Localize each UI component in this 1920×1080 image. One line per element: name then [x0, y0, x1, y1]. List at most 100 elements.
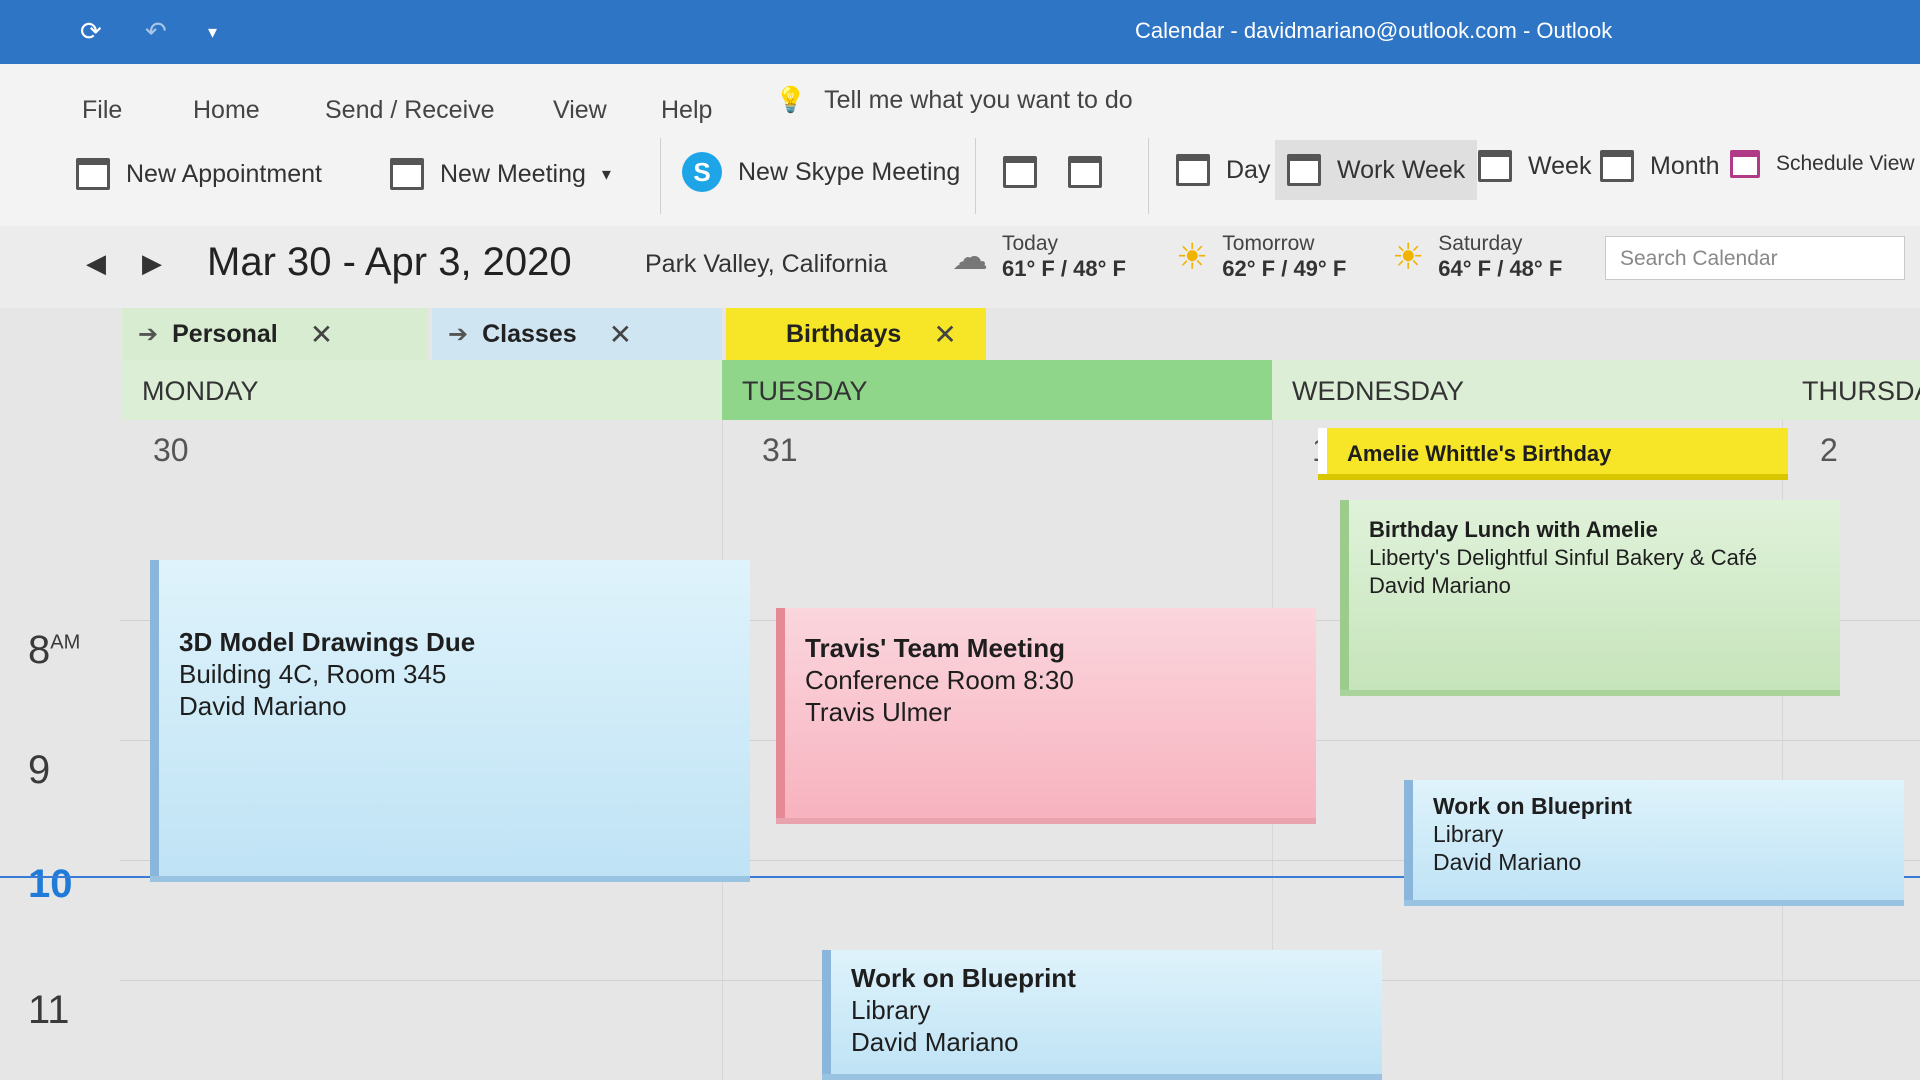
new-meeting-label: New Meeting [440, 159, 586, 188]
date-range: Mar 30 - Apr 3, 2020 [207, 240, 572, 284]
day-header-tuesday[interactable]: TUESDAY [722, 360, 1272, 420]
tell-me-text: Tell me what you want to do [824, 86, 1133, 114]
hour-label-8: 8AM [28, 628, 80, 673]
sun-icon: ☀ [1392, 236, 1425, 277]
tab-birthdays-label: Birthdays [786, 319, 902, 348]
close-icon[interactable]: ✕ [310, 318, 333, 351]
menu-view[interactable]: View [553, 96, 607, 125]
new-skype-meeting-label: New Skype Meeting [738, 157, 961, 186]
calendar-month-icon [1600, 150, 1634, 182]
window-title: Calendar - davidmariano@outlook.com - Ou… [1135, 18, 1613, 43]
chevron-down-icon[interactable]: ▾ [208, 22, 217, 43]
event-title: Birthday Lunch with Amelie [1369, 517, 1658, 542]
view-month-button[interactable]: Month [1600, 150, 1719, 182]
menu-file[interactable]: File [82, 96, 122, 125]
event-birthday-lunch[interactable]: Birthday Lunch with Amelie Liberty's Del… [1340, 500, 1840, 690]
next-7-days-button[interactable] [1068, 156, 1102, 188]
event-organizer: David Mariano [1433, 849, 1582, 875]
calendar-grid-icon [1068, 156, 1102, 188]
weather-location[interactable]: Park Valley, California [645, 250, 887, 279]
previous-arrow-icon[interactable]: ◀ [86, 248, 106, 279]
hour-label-9: 9 [28, 748, 51, 792]
event-location: Liberty's Delightful Sinful Bakery & Caf… [1369, 545, 1758, 570]
view-week-label: Week [1528, 151, 1592, 180]
event-organizer: David Mariano [851, 1027, 1019, 1057]
menu-help[interactable]: Help [661, 96, 712, 125]
overlay-arrow-icon[interactable]: ➔ [138, 320, 158, 349]
new-skype-meeting-button[interactable]: S New Skype Meeting [682, 152, 960, 192]
calendar-back-icon [1003, 156, 1037, 188]
chevron-down-icon[interactable]: ▾ [602, 164, 611, 185]
undo-icon[interactable]: ↶ [145, 16, 167, 47]
tab-classes-label: Classes [482, 319, 577, 348]
weather-today[interactable]: ☁ Today 61° F / 48° F [952, 232, 1126, 282]
event-title: Work on Blueprint [1433, 793, 1632, 819]
day-number-monday: 30 [153, 432, 189, 468]
view-work-week-button[interactable]: Work Week [1275, 140, 1478, 200]
skype-icon: S [682, 152, 722, 192]
event-organizer: David Mariano [1369, 573, 1511, 598]
weather-saturday[interactable]: ☀ Saturday 64° F / 48° F [1392, 232, 1562, 282]
weather-day-label: Saturday [1438, 232, 1523, 255]
calendar-work-week-icon [1287, 154, 1321, 186]
event-work-on-blueprint-tue[interactable]: Work on Blueprint Library David Mariano [822, 950, 1382, 1074]
view-day-label: Day [1226, 155, 1271, 184]
view-day-button[interactable]: Day [1176, 154, 1270, 186]
weather-temp: 64° F / 48° F [1438, 256, 1563, 281]
view-schedule-label: Schedule View [1776, 152, 1915, 175]
next-arrow-icon[interactable]: ▶ [142, 248, 162, 279]
hour-label-10: 10 [28, 862, 73, 906]
hour-label-11: 11 [28, 988, 70, 1032]
close-icon[interactable]: ✕ [933, 318, 956, 351]
day-header-thursday[interactable]: THURSDAY [1782, 360, 1920, 420]
event-amelie-birthday[interactable]: Amelie Whittle's Birthday [1318, 428, 1788, 474]
cloud-icon: ☁ [952, 236, 988, 277]
tab-birthdays[interactable]: Birthdays ✕ [726, 308, 986, 360]
menu-bar: File Home Send / Receive View Help 💡 Tel… [0, 64, 1920, 126]
close-icon[interactable]: ✕ [609, 318, 632, 351]
day-name: WEDNESDAY [1292, 376, 1465, 406]
go-back-button[interactable] [1003, 156, 1037, 188]
weather-tomorrow[interactable]: ☀ Tomorrow 62° F / 49° F [1176, 232, 1346, 282]
search-calendar-input[interactable]: Search Calendar [1605, 236, 1905, 280]
weather-day-label: Tomorrow [1222, 232, 1315, 255]
tell-me-box[interactable]: 💡 Tell me what you want to do [775, 86, 1133, 115]
tab-personal[interactable]: ➔ Personal ✕ [122, 308, 428, 360]
event-location: Building 4C, Room 345 [179, 659, 447, 689]
sun-icon: ☀ [1176, 236, 1209, 277]
hour-number: 8 [28, 628, 51, 672]
calendar-day-icon [1176, 154, 1210, 186]
event-organizer: Travis Ulmer [805, 697, 952, 727]
view-week-button[interactable]: Week [1478, 150, 1591, 182]
event-3d-model-drawings[interactable]: 3D Model Drawings Due Building 4C, Room … [150, 560, 750, 876]
new-appointment-button[interactable]: New Appointment [76, 158, 322, 190]
event-location: Conference Room 8:30 [805, 665, 1074, 695]
lightbulb-icon: 💡 [775, 86, 807, 114]
new-meeting-button[interactable]: New Meeting ▾ [390, 158, 611, 190]
ribbon-separator [975, 138, 976, 214]
event-title: 3D Model Drawings Due [179, 627, 476, 657]
date-navigation-bar: ◀ ▶ Mar 30 - Apr 3, 2020 Park Valley, Ca… [0, 226, 1920, 308]
tab-classes[interactable]: ➔ Classes ✕ [432, 308, 722, 360]
sync-icon[interactable]: ⟳ [80, 16, 102, 47]
view-schedule-button[interactable]: Schedule View [1730, 150, 1915, 178]
event-location: Library [851, 995, 931, 1025]
day-header-wednesday[interactable]: WEDNESDAY [1272, 360, 1782, 420]
calendar-week-icon [1478, 150, 1512, 182]
tab-personal-label: Personal [172, 319, 278, 348]
meeting-icon [390, 158, 424, 190]
hour-suffix: AM [50, 631, 81, 654]
schedule-view-icon [1730, 150, 1760, 178]
event-location: Library [1433, 821, 1504, 847]
day-number-thursday: 2 [1820, 432, 1838, 468]
ribbon-separator [1148, 138, 1149, 214]
event-title: Amelie Whittle's Birthday [1347, 441, 1612, 466]
menu-send-receive[interactable]: Send / Receive [325, 96, 495, 125]
day-header-monday[interactable]: MONDAY [122, 360, 722, 420]
day-name: THURSDAY [1802, 376, 1920, 406]
event-team-meeting[interactable]: Travis' Team Meeting Conference Room 8:3… [776, 608, 1316, 818]
menu-home[interactable]: Home [193, 96, 260, 125]
calendar-icon [76, 158, 110, 190]
event-work-on-blueprint-wed[interactable]: Work on Blueprint Library David Mariano [1404, 780, 1904, 900]
overlay-arrow-icon[interactable]: ➔ [448, 320, 468, 349]
